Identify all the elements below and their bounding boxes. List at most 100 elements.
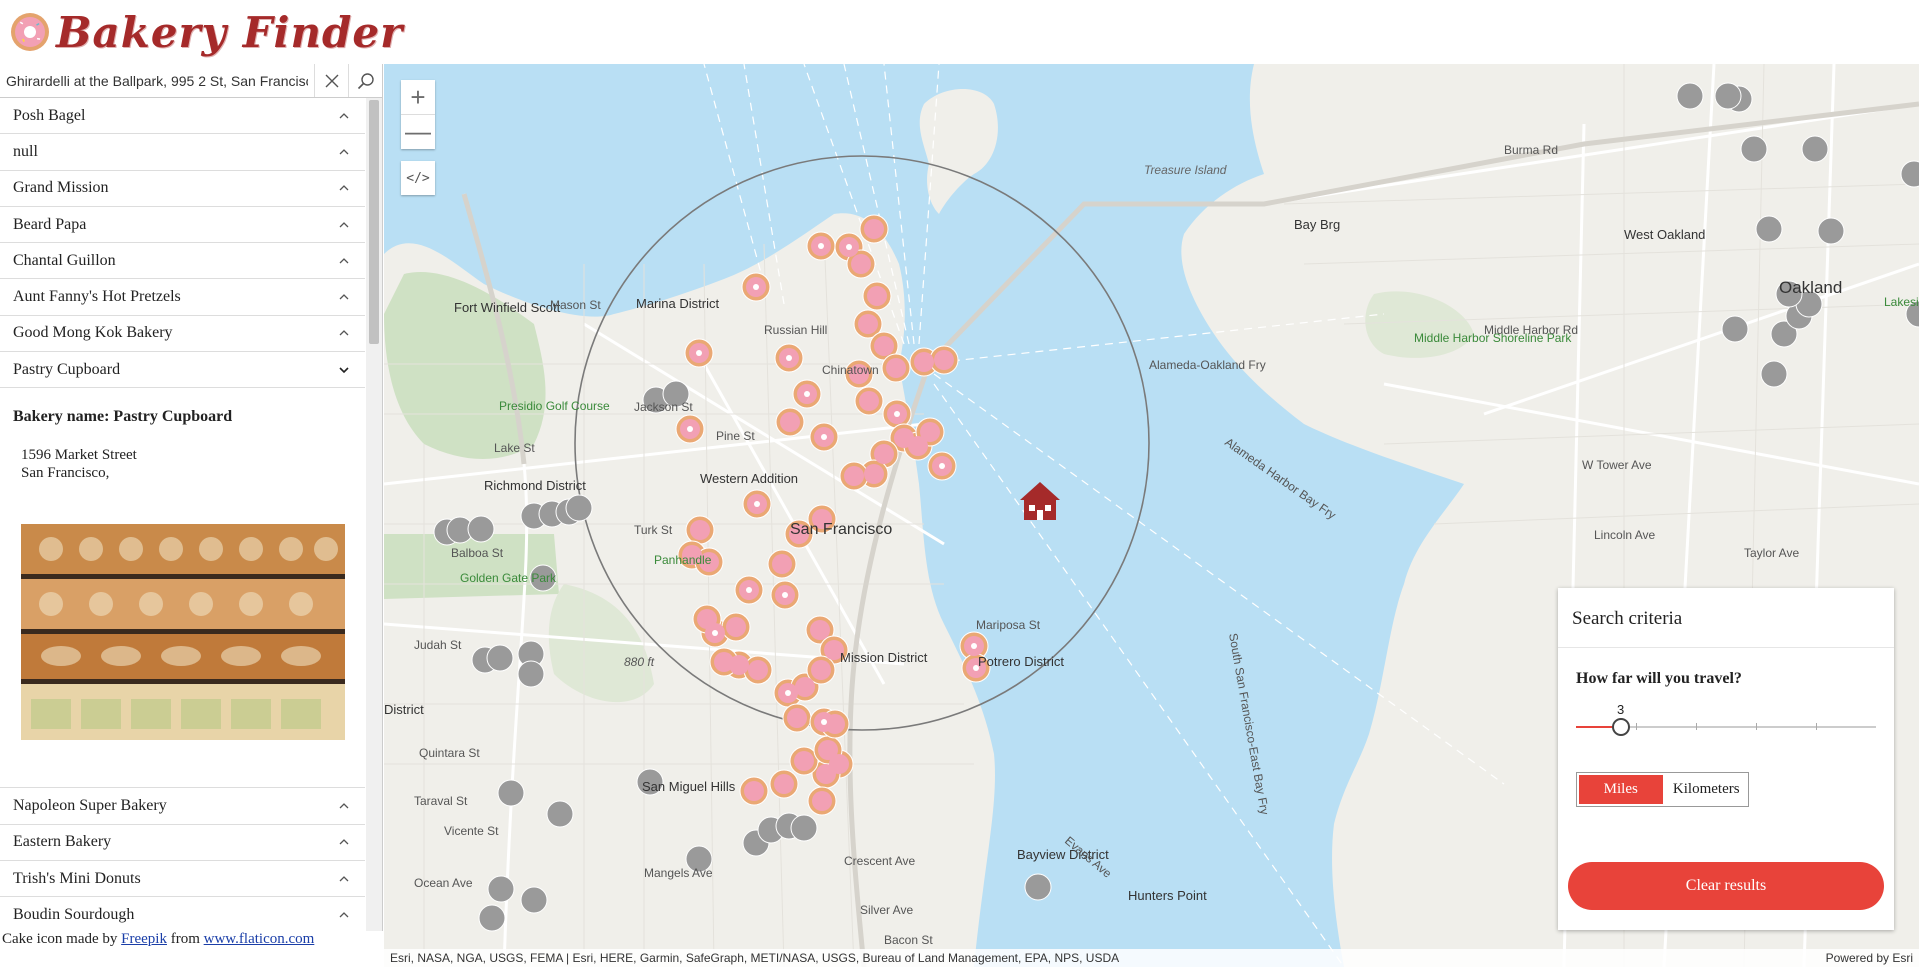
svg-text:Burma Rd: Burma Rd [1504, 143, 1558, 157]
svg-text:Lakeside P: Lakeside P [1884, 295, 1919, 309]
svg-text:Mangels Ave: Mangels Ave [644, 866, 713, 880]
svg-text:Turk St: Turk St [634, 523, 673, 537]
donut-icon [11, 13, 49, 51]
chevron-up-icon [339, 911, 349, 918]
bakery-item-label: Trish's Mini Donuts [13, 869, 141, 887]
svg-text:Crescent Ave: Crescent Ave [844, 854, 915, 868]
zoom-controls: + — [401, 80, 435, 149]
bakery-list-item[interactable]: Posh Bagel [0, 98, 365, 135]
chevron-up-icon [339, 330, 349, 336]
bakery-item-label: Pastry Cupboard [13, 360, 121, 378]
icon-credit: Cake icon made by Freepik from www.flati… [0, 931, 383, 949]
sidebar-scrollbar[interactable]: ▼ [366, 98, 382, 949]
slider-track[interactable] [1576, 718, 1876, 736]
svg-text:Western Addition: Western Addition [700, 471, 798, 486]
svg-text:Hunters Point: Hunters Point [1128, 888, 1207, 903]
bakery-item-label: Good Mong Kok Bakery [13, 324, 173, 342]
credit-mid: from [166, 931, 204, 947]
svg-text:San Miguel Hills: San Miguel Hills [642, 779, 736, 794]
bakery-list-item[interactable]: Good Mong Kok Bakery [0, 316, 365, 353]
bakery-item-label: Posh Bagel [13, 106, 86, 124]
bakery-list-item[interactable]: Beard Papa [0, 207, 365, 244]
svg-text:Bay Brg: Bay Brg [1294, 217, 1340, 232]
flaticon-link[interactable]: www.flaticon.com [204, 931, 315, 947]
chevron-up-icon [339, 875, 349, 882]
bakery-list-item[interactable]: Grand Mission [0, 171, 365, 207]
clear-results-button[interactable]: Clear results [1568, 862, 1884, 910]
bakery-item-label: Boudin Sourdough [13, 905, 135, 923]
bakery-item-label: Beard Papa [13, 215, 87, 233]
unit-miles-button[interactable]: Miles [1579, 775, 1663, 804]
svg-text:Golden Gate Park: Golden Gate Park [460, 571, 557, 585]
attribution-text: Esri, NASA, NGA, USGS, FEMA | Esri, HERE… [390, 951, 1120, 965]
svg-text:Vicente St: Vicente St [444, 824, 499, 838]
svg-text:Silver Ave: Silver Ave [860, 903, 913, 917]
svg-text:West Oakland: West Oakland [1624, 227, 1705, 242]
bakery-list-item[interactable]: Boudin Sourdough [0, 897, 365, 934]
bakery-list-item[interactable]: Pastry Cupboard [0, 352, 365, 389]
svg-text:South San Francisco-East Bay F: South San Francisco-East Bay Fry [1226, 632, 1272, 816]
bakery-list: Posh Bagel null Grand Mission Beard Papa Cha… [0, 98, 365, 949]
bakery-item-label: Eastern Bakery [13, 833, 112, 851]
svg-text:Balboa St: Balboa St [451, 546, 504, 560]
svg-text:Alameda Harbor Bay Fry: Alameda Harbor Bay Fry [1222, 435, 1338, 522]
slider-value-label: 3 [1617, 702, 1625, 717]
svg-text:San Francisco: San Francisco [790, 521, 892, 538]
svg-text:Bacon St: Bacon St [884, 933, 933, 947]
bakery-list-item[interactable]: null [0, 134, 365, 171]
scroll-thumb[interactable] [369, 100, 379, 344]
app-title: Bakery Finder [56, 7, 404, 57]
svg-text:Potrero District: Potrero District [978, 654, 1064, 669]
search-input[interactable] [0, 64, 314, 97]
unit-kilometers-button[interactable]: Kilometers [1665, 773, 1749, 806]
bakery-list-item[interactable]: Eastern Bakery [0, 825, 365, 861]
clear-search-button[interactable] [314, 64, 348, 97]
svg-text:W Tower Ave: W Tower Ave [1582, 458, 1652, 472]
powered-by-link[interactable]: Powered by Esri [1826, 951, 1913, 965]
sidebar: Posh Bagel null Grand Mission Beard Papa Cha… [0, 64, 383, 949]
unit-toggle: Miles Kilometers [1576, 772, 1749, 807]
bakery-item-label: Chantal Guillon [13, 251, 116, 269]
svg-text:Mission District: Mission District [840, 650, 928, 665]
svg-text:Taraval St: Taraval St [414, 794, 468, 808]
chevron-down-icon [339, 367, 349, 373]
bakery-list-item[interactable]: Chantal Guillon [0, 243, 365, 280]
bakery-detail: Bakery name: Pastry Cupboard 1596 Market … [0, 388, 365, 789]
svg-text:880 ft: 880 ft [624, 655, 655, 669]
zoom-in-button[interactable]: + [401, 80, 435, 114]
svg-text:Lake St: Lake St [494, 441, 535, 455]
svg-text:Taylor Ave: Taylor Ave [1744, 546, 1799, 560]
svg-text:Alameda-Oakland Fry: Alameda-Oakland Fry [1149, 358, 1266, 372]
chevron-up-icon [339, 294, 349, 300]
svg-text:Chinatown: Chinatown [822, 363, 879, 377]
freepik-link[interactable]: Freepik [121, 931, 167, 947]
chevron-up-icon [339, 185, 349, 191]
svg-text:Lincoln Ave: Lincoln Ave [1594, 528, 1655, 542]
distance-slider[interactable]: 3 [1576, 702, 1876, 742]
search-criteria-panel: Search criteria How far will you travel?… [1558, 588, 1894, 930]
chevron-up-icon [339, 257, 349, 264]
svg-text:Russian Hill: Russian Hill [764, 323, 827, 337]
slider-thumb[interactable] [1612, 718, 1630, 736]
zoom-out-button[interactable]: — [401, 114, 435, 148]
bakery-list-item[interactable]: Aunt Fanny's Hot Pretzels [0, 279, 365, 316]
svg-text:Jackson St: Jackson St [634, 400, 693, 414]
embed-code-button[interactable]: </> [401, 161, 435, 195]
chevron-up-icon [339, 149, 349, 155]
slider-tick [1816, 723, 1817, 730]
svg-text:Quintara St: Quintara St [419, 746, 480, 760]
chevron-up-icon [339, 112, 349, 119]
svg-text:Richmond District: Richmond District [484, 478, 586, 493]
bakery-item-label: Grand Mission [13, 179, 109, 197]
svg-text:Panhandle: Panhandle [654, 553, 712, 567]
chevron-up-icon [339, 803, 349, 809]
svg-text:Ocean Ave: Ocean Ave [414, 876, 473, 890]
bakery-list-item[interactable]: Trish's Mini Donuts [0, 861, 365, 898]
svg-text:Middle Harbor Rd: Middle Harbor Rd [1484, 323, 1578, 337]
bakery-item-label: null [13, 142, 38, 160]
bakery-list-item[interactable]: Napoleon Super Bakery [0, 788, 365, 825]
search-button[interactable] [348, 64, 382, 97]
search-icon [357, 72, 374, 89]
search-bar [0, 64, 382, 98]
svg-text:Mariposa St: Mariposa St [976, 618, 1041, 632]
